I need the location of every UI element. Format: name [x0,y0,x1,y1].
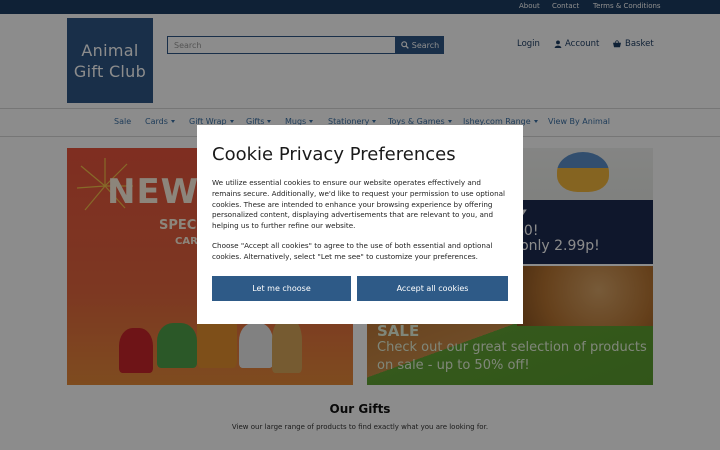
cookie-modal-title: Cookie Privacy Preferences [212,144,456,165]
let-me-choose-button[interactable]: Let me choose [212,276,351,301]
cookie-modal-text-2: Choose "Accept all cookies" to agree to … [212,241,493,261]
cookie-modal-text-1: We utilize essential cookies to ensure o… [212,178,506,231]
accept-all-cookies-button[interactable]: Accept all cookies [357,276,508,301]
cookie-modal: Cookie Privacy Preferences We utilize es… [197,125,523,324]
